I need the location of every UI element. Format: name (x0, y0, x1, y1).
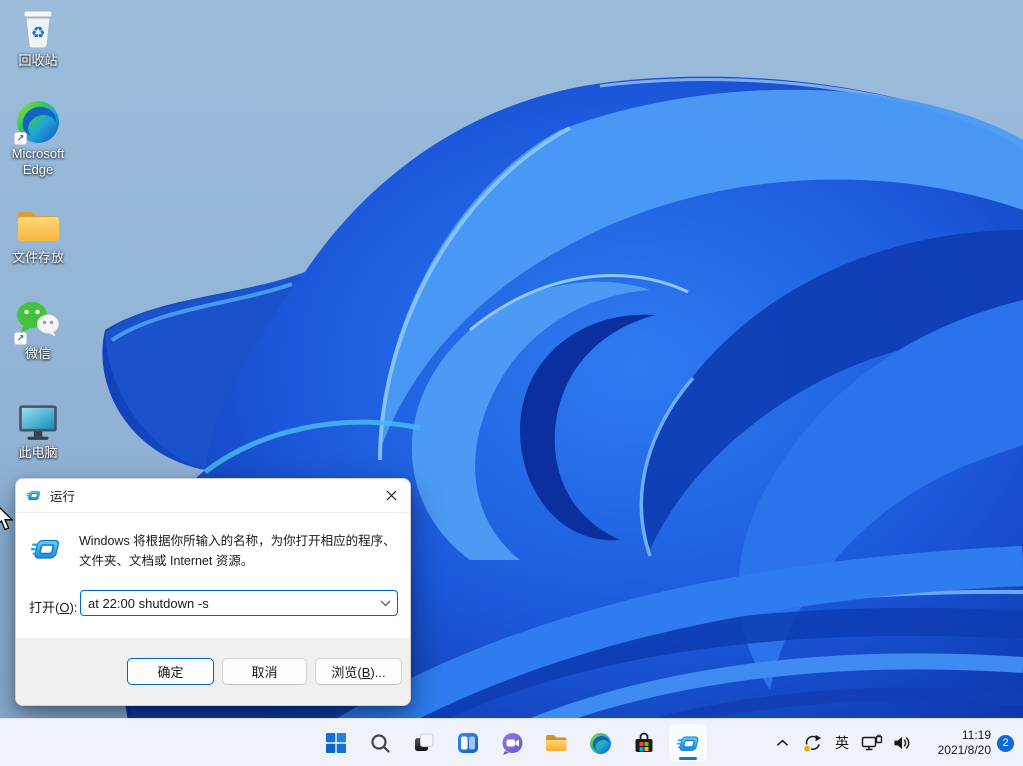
clock[interactable]: 11:19 2021/8/20 (925, 728, 991, 758)
ok-button[interactable]: 确定 (127, 658, 214, 685)
search-button[interactable] (360, 723, 400, 763)
chat-icon (502, 732, 522, 755)
taskbar: 英 11:19 2021/8/20 2 (0, 718, 1023, 766)
clock-time: 11:19 (961, 728, 991, 742)
clock-date: 2021/8/20 (937, 743, 991, 757)
run-command-combobox (80, 590, 398, 616)
run-dialog-description: Windows 将根据你所输入的名称，为你打开相应的程序、 文件夹、文档或 In… (79, 534, 396, 568)
system-tray: 英 11:19 2021/8/20 2 (769, 719, 1023, 766)
browse-button[interactable]: 浏览(B)... (315, 658, 402, 685)
store-button[interactable] (624, 723, 664, 763)
desktop-icon-label: Microsoft Edge (11, 146, 65, 177)
folder-icon (15, 203, 61, 249)
open-label: 打开(O): (29, 600, 78, 615)
screen: ♻ 回收站 ↗ Microsoft Edge 文件存放 ↗ 微信 此电脑 运行 … (0, 0, 1023, 766)
notification-badge[interactable]: 2 (997, 734, 1014, 752)
update-restart-icon (802, 734, 822, 753)
run-icon (676, 735, 700, 751)
store-icon (635, 732, 653, 752)
desktop-icon-label: 回收站 (18, 53, 58, 68)
ethernet-icon (861, 734, 883, 751)
run-dialog-body: Windows 将根据你所输入的名称，为你打开相应的程序、 文件夹、文档或 In… (16, 513, 410, 639)
chevron-down-icon (380, 600, 390, 606)
combobox-dropdown-button[interactable] (373, 591, 397, 615)
search-icon (370, 733, 390, 753)
chat-button[interactable] (492, 723, 532, 763)
run-icon (26, 490, 41, 501)
edge-icon (589, 732, 611, 754)
chevron-up-icon (776, 739, 788, 746)
mouse-cursor (0, 507, 14, 531)
volume-button[interactable] (889, 727, 915, 759)
desktop-icon-label: 此电脑 (18, 445, 58, 460)
run-app-button[interactable] (668, 723, 708, 763)
run-dialog-footer: 确定 取消 浏览(B)... (16, 638, 410, 705)
desktop-icon-label: 微信 (24, 346, 51, 361)
desktop-icon-label: 文件存放 (11, 250, 64, 265)
close-icon[interactable] (376, 484, 406, 508)
run-icon-large (30, 539, 61, 559)
active-app-indicator (679, 757, 697, 760)
task-view-icon (415, 733, 434, 751)
edge-button[interactable] (580, 723, 620, 763)
run-dialog-titlebar[interactable]: 运行 (16, 479, 410, 513)
desktop-icon-file-storage-folder[interactable]: 文件存放 (2, 203, 74, 266)
edge-icon: ↗ (14, 99, 61, 145)
task-view-button[interactable] (404, 723, 444, 763)
network-button[interactable] (859, 727, 885, 759)
ime-indicator[interactable]: 英 (829, 727, 855, 759)
hidden-icons-button[interactable] (769, 727, 795, 759)
speaker-icon (893, 736, 909, 750)
run-command-input[interactable] (81, 591, 373, 615)
run-dialog-title: 运行 (50, 490, 76, 504)
svg-text:♻: ♻ (31, 25, 45, 42)
start-button[interactable] (316, 723, 356, 763)
desktop-icon-this-pc[interactable]: 此电脑 (2, 398, 74, 461)
update-restart-button[interactable] (799, 727, 825, 759)
file-explorer-button[interactable] (536, 723, 576, 763)
widgets-icon (458, 733, 478, 753)
file-explorer-icon (546, 735, 567, 751)
taskbar-center (316, 723, 708, 763)
desktop-icon-recycle-bin[interactable]: ♻ 回收站 (2, 6, 74, 69)
widgets-button[interactable] (448, 723, 488, 763)
recycle-bin-icon: ♻ (15, 6, 61, 52)
wechat-icon: ↗ (14, 299, 61, 345)
shortcut-arrow-icon: ↗ (14, 132, 27, 145)
this-pc-icon (15, 398, 61, 444)
shortcut-arrow-icon: ↗ (14, 332, 27, 345)
cancel-button[interactable]: 取消 (222, 658, 307, 685)
run-dialog: 运行 Windows 将根据你所输入的名称，为你打开相应的程序、 文件夹、文档或… (15, 478, 411, 706)
windows-start-icon (326, 733, 346, 753)
desktop-icon-wechat[interactable]: ↗ 微信 (2, 299, 74, 362)
desktop-icon-microsoft-edge[interactable]: ↗ Microsoft Edge (2, 99, 74, 178)
